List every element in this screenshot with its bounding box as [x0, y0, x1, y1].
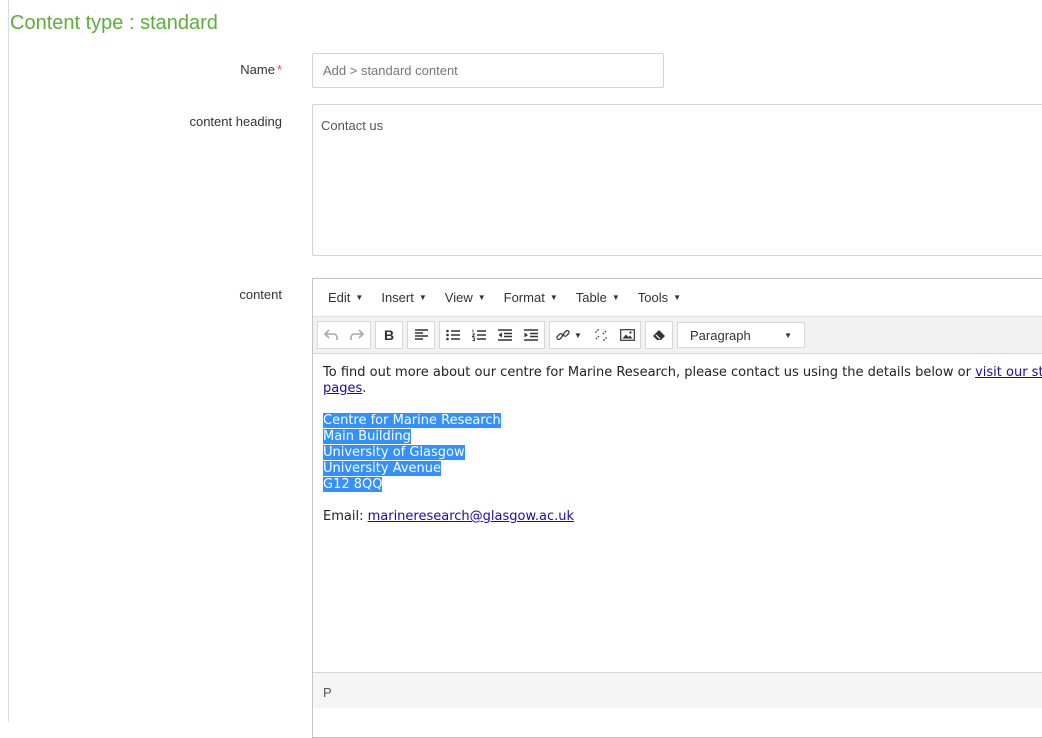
bullet-list-icon[interactable]: [440, 322, 466, 348]
content-heading-textarea[interactable]: Contact us: [312, 104, 1042, 256]
address-line: University of Glasgow: [323, 445, 465, 460]
clear-group: [645, 321, 673, 349]
address-line: University Avenue: [323, 461, 442, 476]
chevron-down-icon: ▼: [673, 293, 682, 302]
undo-icon[interactable]: [318, 322, 344, 348]
align-left-icon[interactable]: [408, 322, 434, 348]
menu-edit-label: Edit: [328, 290, 351, 305]
left-divider: [8, 0, 9, 722]
page-title: Content type : standard: [10, 12, 218, 34]
email-paragraph: Email: marineresearch@glasgow.ac.uk: [323, 509, 1042, 525]
intro-paragraph: To find out more about our centre for Ma…: [323, 365, 1042, 397]
unlink-icon[interactable]: [588, 322, 614, 348]
image-icon[interactable]: [614, 322, 640, 348]
menu-format[interactable]: Format ▼: [495, 290, 567, 305]
rich-text-editor: Edit ▼ Insert ▼ View ▼ Format ▼ Table ▼ Tools…: [312, 278, 1042, 738]
redo-icon[interactable]: [344, 322, 370, 348]
clear-formatting-icon[interactable]: [646, 322, 672, 348]
bold-group: B: [375, 321, 403, 349]
address-line: G12 8QQ: [323, 477, 383, 492]
address-line: Centre for Marine Research: [323, 413, 501, 428]
menu-edit[interactable]: Edit ▼: [319, 290, 372, 305]
menu-view[interactable]: View ▼: [436, 290, 495, 305]
chevron-down-icon: ▼: [549, 293, 558, 302]
numbered-list-icon[interactable]: [466, 322, 492, 348]
link-icon[interactable]: ▼: [550, 322, 588, 348]
content-heading-label: content heading: [189, 114, 282, 129]
menu-view-label: View: [444, 290, 473, 305]
name-input[interactable]: [312, 53, 664, 88]
history-group: [317, 321, 371, 349]
editor-toolbar: B ▼ Paragraph ▼: [313, 316, 1042, 354]
chevron-down-icon: ▼: [784, 330, 792, 340]
email-label: Email:: [323, 509, 368, 524]
address-block: Centre for Marine Research Main Building U…: [323, 413, 1042, 493]
element-path[interactable]: P: [323, 685, 332, 700]
email-link[interactable]: marineresearch@glasgow.ac.uk: [368, 509, 574, 524]
address-line: Main Building: [323, 429, 411, 444]
intro-text: To find out more about our centre for Ma…: [323, 365, 976, 380]
menu-insert-label: Insert: [381, 290, 414, 305]
required-marker: *: [276, 62, 282, 77]
link-group: ▼: [549, 321, 641, 349]
outdent-icon[interactable]: [492, 322, 518, 348]
list-group: [439, 321, 545, 349]
menu-format-label: Format: [503, 290, 545, 305]
chevron-down-icon: ▼: [611, 293, 620, 302]
menu-tools-label: Tools: [637, 290, 669, 305]
align-group: [407, 321, 435, 349]
content-label: content: [239, 287, 282, 302]
chevron-down-icon: ▼: [477, 293, 486, 302]
indent-icon[interactable]: [518, 322, 544, 348]
chevron-down-icon: ▼: [355, 293, 364, 302]
editor-content-area[interactable]: To find out more about our centre for Ma…: [313, 354, 1042, 672]
chevron-down-icon: ▼: [574, 330, 582, 340]
block-format-value: Paragraph: [690, 327, 751, 343]
intro-end: .: [362, 381, 367, 396]
bold-button[interactable]: B: [376, 322, 402, 348]
editor-menubar: Edit ▼ Insert ▼ View ▼ Format ▼ Table ▼ Tools…: [313, 279, 1042, 316]
menu-table-label: Table: [575, 290, 607, 305]
name-label-text: Name: [240, 62, 275, 77]
editor-statusbar: P: [313, 672, 1042, 708]
chevron-down-icon: ▼: [418, 293, 427, 302]
menu-insert[interactable]: Insert ▼: [372, 290, 435, 305]
name-label: Name *: [240, 62, 282, 77]
menu-table[interactable]: Table ▼: [567, 290, 629, 305]
menu-tools[interactable]: Tools ▼: [629, 290, 690, 305]
block-format-select[interactable]: Paragraph ▼: [677, 322, 805, 348]
